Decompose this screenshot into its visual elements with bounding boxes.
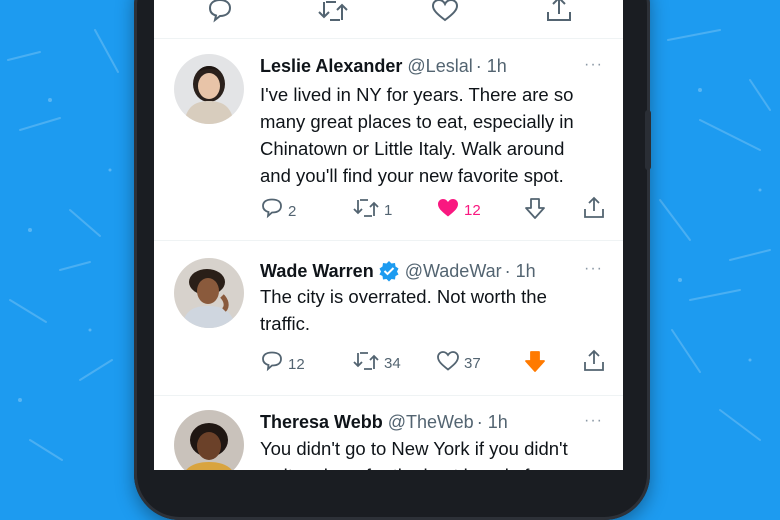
avatar[interactable] [174,54,244,124]
retweet-icon [352,351,380,375]
reply-button[interactable]: 2 [260,198,296,224]
reply-icon [260,351,284,377]
retweet-count: 34 [384,354,401,372]
downvote-icon [524,350,546,378]
author-name[interactable]: Theresa Webb [260,412,383,433]
retweet-icon [352,198,380,222]
tweet-text: The city is overrated. Not worth the tra… [260,286,547,334]
share-icon [582,349,606,377]
downvote-icon [524,197,546,225]
reply-button[interactable]: 12 [260,351,305,377]
tweet-3[interactable]: Theresa Webb @TheWeb · 1h ··· You didn't… [154,395,623,470]
author-name[interactable]: Leslie Alexander [260,56,402,77]
downvote-button[interactable] [524,197,546,225]
tweet-text: I've lived in NY for years. There are so… [260,84,574,186]
reply-icon[interactable] [206,0,234,24]
more-options-button[interactable]: ··· [584,260,603,278]
more-options-button[interactable]: ··· [584,56,603,74]
author-handle[interactable]: @TheWeb [388,412,474,433]
like-icon [436,351,460,375]
author-handle[interactable]: @WadeWar [405,261,502,282]
share-button[interactable] [582,349,606,377]
retweet-count: 1 [384,201,393,219]
share-icon [582,196,606,224]
previous-tweet-actions [154,0,623,30]
reply-count: 2 [288,202,297,220]
tweet-header: Wade Warren @WadeWar · 1h [260,260,536,282]
like-count: 37 [464,354,481,372]
retweet-button[interactable]: 1 [352,198,392,222]
tweet-header: Theresa Webb @TheWeb · 1h [260,412,508,433]
reply-count: 12 [288,355,305,373]
like-count: 12 [464,201,481,219]
downvote-button[interactable] [524,350,546,378]
retweet-button[interactable]: 34 [352,351,401,375]
like-button[interactable]: 37 [436,351,481,375]
phone-side-button [645,110,651,170]
verified-badge-icon [378,260,400,282]
share-icon[interactable] [545,0,573,22]
tweet-header: Leslie Alexander @Leslal · 1h [260,56,507,77]
tweet-time[interactable]: · 1h [477,412,508,433]
retweet-icon[interactable] [317,0,349,22]
twitter-feed-screen: Leslie Alexander @Leslal · 1h ··· I've l… [154,0,623,470]
tweet-time[interactable]: · 1h [476,56,507,77]
more-options-button[interactable]: ··· [584,412,603,430]
reply-icon [260,198,284,224]
tweet-time[interactable]: · 1h [505,261,536,282]
share-button[interactable] [582,196,606,224]
like-icon[interactable] [431,0,459,22]
tweet-text: You didn't go to New York if you didn't … [260,438,571,470]
like-button[interactable]: 12 [436,198,481,222]
author-name[interactable]: Wade Warren [260,261,374,282]
tweet-2[interactable]: Wade Warren @WadeWar · 1h ··· The city i… [154,240,623,395]
avatar[interactable] [174,410,244,470]
like-icon [436,198,460,222]
author-handle[interactable]: @Leslal [407,56,472,77]
tweet-1[interactable]: Leslie Alexander @Leslal · 1h ··· I've l… [154,38,623,240]
avatar[interactable] [174,258,244,328]
